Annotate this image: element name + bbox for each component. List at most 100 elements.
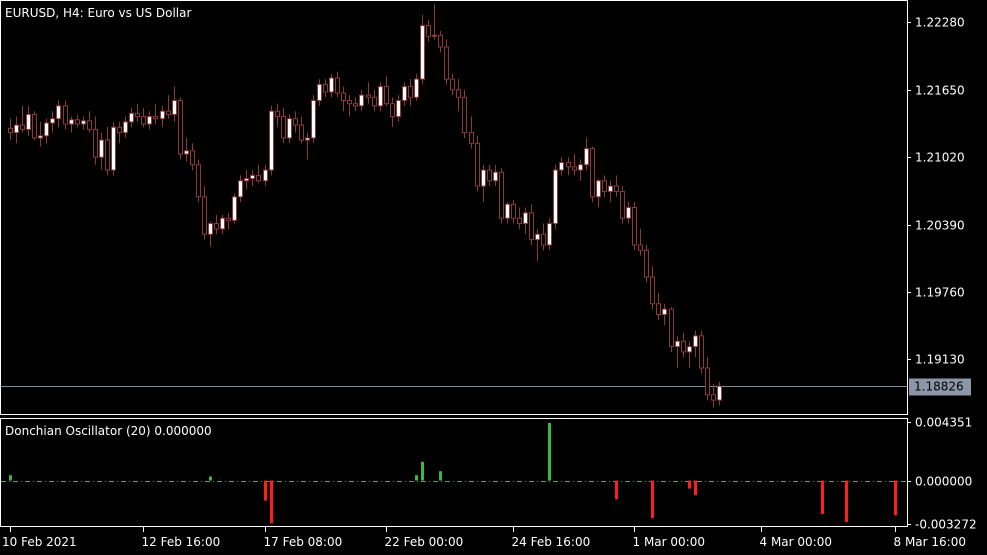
candle-body [469, 132, 474, 144]
candle [232, 193, 237, 224]
current-price-tag: 1.18826 [909, 378, 971, 396]
candle-body [517, 217, 522, 225]
candle-body [69, 119, 74, 125]
candle-body [632, 207, 637, 246]
candle-body [160, 110, 165, 120]
mt-chart-window[interactable]: EURUSD, H4: Euro vs US Dollar 1.22280 1.2… [0, 0, 987, 555]
candle [475, 135, 480, 192]
candle-body [275, 110, 280, 118]
candle-body [523, 212, 528, 225]
candle [111, 121, 116, 176]
candle-body [384, 86, 389, 105]
candle-body [50, 118, 55, 124]
candle-body [202, 196, 207, 235]
candle [590, 146, 595, 203]
candle-body [559, 162, 564, 171]
candle-body [75, 119, 80, 125]
candle-body [408, 86, 413, 98]
candle-body [481, 169, 486, 187]
candle-body [123, 121, 128, 134]
candle-body [602, 180, 607, 192]
candle-body [572, 166, 577, 171]
price-tick-label: 1.21650 [915, 84, 965, 98]
oscillator-tick-label: 0.000000 [915, 475, 972, 489]
candle-body [450, 78, 455, 91]
oscillator-bar [821, 480, 824, 514]
oscillator-bar [894, 480, 897, 516]
candle-body [414, 78, 419, 98]
candle [499, 167, 504, 224]
chart-title: EURUSD, H4: Euro vs US Dollar [5, 6, 191, 20]
candle-body [99, 139, 104, 158]
candle-body [214, 223, 219, 230]
candle-body [638, 244, 643, 251]
candle-body [111, 126, 116, 171]
candle-body [578, 164, 583, 171]
candle-body [329, 77, 334, 93]
candle-body [129, 112, 134, 123]
candle-body [305, 137, 310, 141]
candle-body [620, 190, 625, 219]
indicator-title: Donchian Oscillator (20) 0.000000 [5, 424, 212, 438]
candle [420, 14, 425, 85]
oscillator-bar [264, 480, 267, 501]
candle-body [135, 112, 140, 118]
candle-body [669, 308, 674, 348]
candle-body [26, 113, 31, 130]
candle-body [650, 276, 655, 305]
oscillator-bar [415, 475, 418, 481]
price-tick-label: 1.19760 [915, 286, 965, 300]
candle-body [208, 223, 213, 235]
time-tick-label: 10 Feb 2021 [2, 535, 77, 549]
candle-body [608, 185, 613, 192]
candle-body [426, 25, 431, 37]
candle-body [117, 126, 122, 134]
candle-body [178, 100, 183, 155]
candle-body [432, 34, 437, 37]
candle-body [390, 103, 395, 118]
candle-body [87, 120, 92, 130]
candle [196, 159, 201, 203]
candle-body [196, 164, 201, 198]
oscillator-bar [439, 471, 442, 481]
time-tick-label: 8 Mar 16:00 [894, 535, 967, 549]
oscillator-bar [688, 480, 691, 489]
candle-body [311, 100, 316, 139]
oscillator-bar [421, 461, 424, 481]
candle-body [487, 169, 492, 182]
candle [269, 105, 274, 176]
candle [644, 244, 649, 283]
candle-body [717, 385, 722, 401]
candle-body [420, 25, 425, 80]
chart-background [0, 0, 987, 555]
candle-body [56, 105, 61, 120]
candle-body [366, 94, 371, 98]
candle-body [14, 124, 19, 134]
candle-body [220, 217, 225, 230]
candle [699, 330, 704, 374]
candle [620, 186, 625, 224]
candle-body [281, 116, 286, 139]
candle-body [347, 100, 352, 105]
candle-body [38, 135, 43, 139]
oscillator-bar [270, 480, 273, 524]
candle-body [32, 113, 37, 139]
candle-body [256, 174, 261, 182]
candle-body [547, 223, 552, 246]
oscillator-bar [845, 480, 848, 522]
candle-body [153, 116, 158, 120]
candle-body [444, 46, 449, 80]
time-tick-label: 22 Feb 00:00 [385, 535, 464, 549]
candle-body [566, 162, 571, 168]
candle-body [511, 203, 516, 219]
candle-body [462, 96, 467, 134]
candle-body [250, 174, 255, 180]
candle-body [590, 148, 595, 198]
candle [178, 97, 183, 160]
candle-body [244, 178, 249, 182]
candle-body [499, 171, 504, 219]
candle-body [335, 77, 340, 94]
candle [632, 202, 637, 251]
candle [669, 307, 674, 352]
candle-body [44, 122, 49, 137]
